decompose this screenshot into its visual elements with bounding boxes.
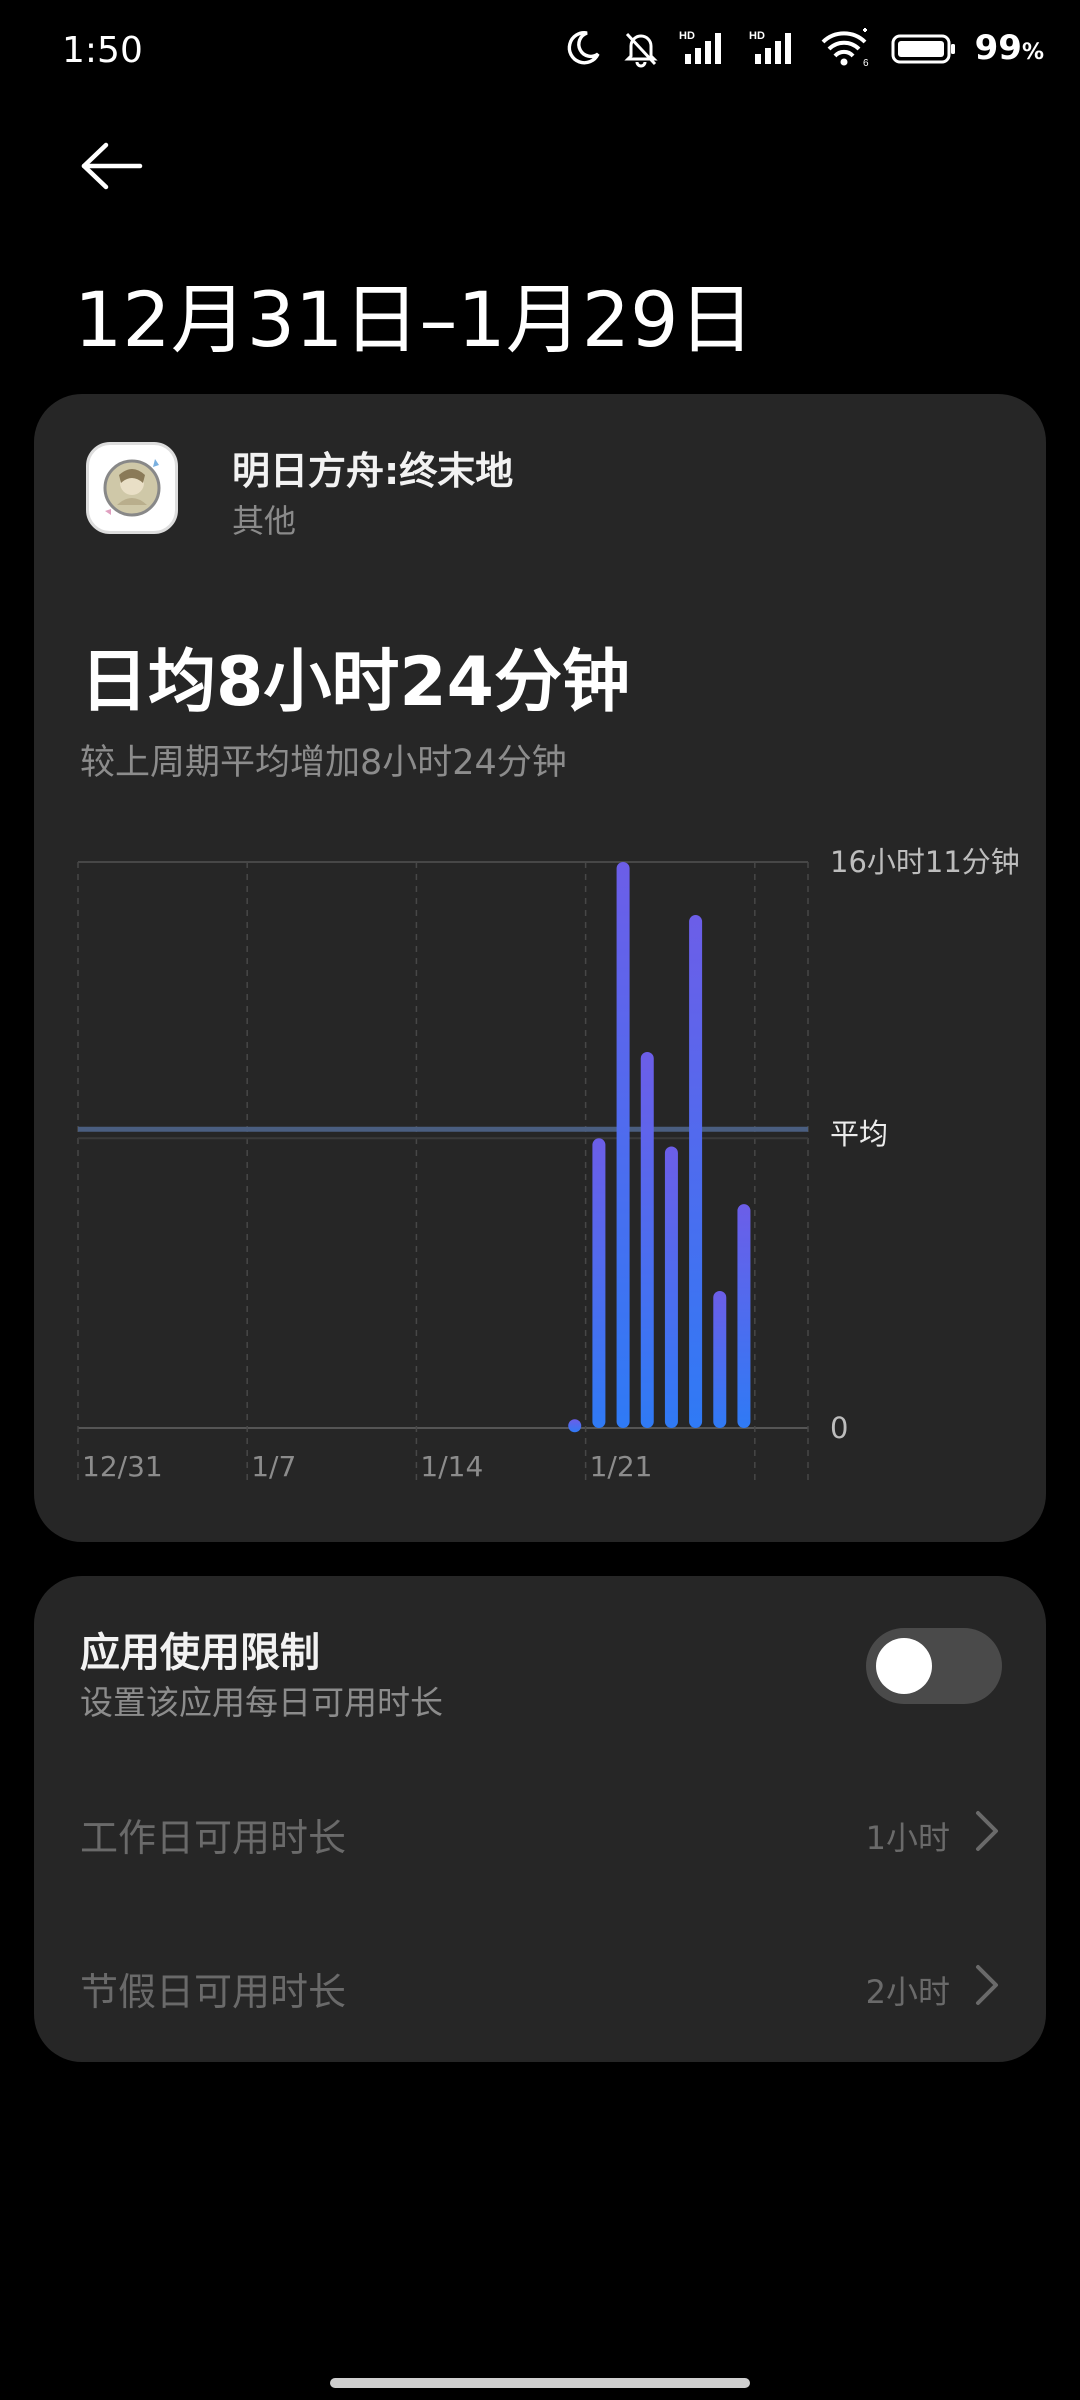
moon-icon	[563, 28, 603, 68]
x-tick-label: 1/21	[590, 1450, 653, 1483]
usage-bar	[689, 915, 703, 1428]
chevron-right-icon	[966, 1807, 1006, 1855]
status-bar: 1:50 HD HD 6 99%	[0, 0, 1080, 110]
usage-bar	[664, 1146, 678, 1428]
svg-text:HD: HD	[749, 30, 765, 42]
holiday-limit-label: 节假日可用时长	[80, 1970, 347, 2014]
battery-icon	[891, 28, 957, 68]
page-title: 12月31日–1月29日	[74, 275, 755, 364]
battery-percent: 99%	[974, 28, 1044, 68]
x-tick-label: 1/7	[251, 1450, 296, 1483]
limit-toggle[interactable]	[866, 1628, 1002, 1704]
home-indicator[interactable]	[330, 2378, 750, 2388]
usage-bar	[568, 1419, 582, 1433]
holiday-limit-value: 2小时	[865, 1973, 950, 2011]
x-tick-label: 1/14	[420, 1450, 483, 1483]
svg-text:6: 6	[863, 58, 869, 68]
y-label-max: 16小时11分钟	[830, 845, 1020, 879]
status-icons: HD HD 6 99%	[563, 28, 1044, 68]
status-time: 1:50	[62, 30, 143, 71]
weekday-limit-value: 1小时	[865, 1819, 950, 1857]
usage-bar	[592, 1138, 606, 1428]
toggle-knob	[876, 1638, 932, 1694]
svg-text:HD: HD	[679, 30, 695, 42]
app-limit-card: 应用使用限制 设置该应用每日可用时长 工作日可用时长 1小时 节假日可用时长 2…	[34, 1576, 1046, 2062]
usage-bar	[737, 1204, 751, 1428]
usage-bar	[713, 1291, 727, 1428]
weekday-limit-row[interactable]: 工作日可用时长 1小时	[34, 1771, 1046, 1891]
signal-hd-icon: HD	[679, 28, 731, 68]
chevron-right-icon	[966, 1961, 1006, 2009]
usage-bar	[640, 1052, 654, 1428]
holiday-limit-row[interactable]: 节假日可用时长 2小时	[34, 1925, 1046, 2045]
wifi-icon: 6	[819, 28, 873, 68]
back-button[interactable]	[72, 128, 152, 208]
y-label-average: 平均	[830, 1117, 888, 1151]
bell-off-icon	[621, 28, 661, 68]
y-label-zero: 0	[830, 1411, 848, 1445]
usage-bar-chart: 12/31 1/7 1/14 1/21 16小时11分钟 平均 0	[77, 845, 1020, 1484]
limit-subtitle: 设置该应用每日可用时长	[80, 1683, 443, 1722]
usage-bar	[616, 862, 630, 1428]
x-tick-label: 12/31	[82, 1450, 163, 1483]
usage-card: 明日方舟:终末地 其他 日均8小时24分钟 较上周期平均增加8小时24分钟 12…	[34, 394, 1046, 1542]
weekday-limit-label: 工作日可用时长	[80, 1816, 347, 1860]
limit-title: 应用使用限制	[80, 1630, 320, 1676]
arrow-left-icon	[80, 141, 144, 195]
signal-hd-icon: HD	[749, 28, 801, 68]
